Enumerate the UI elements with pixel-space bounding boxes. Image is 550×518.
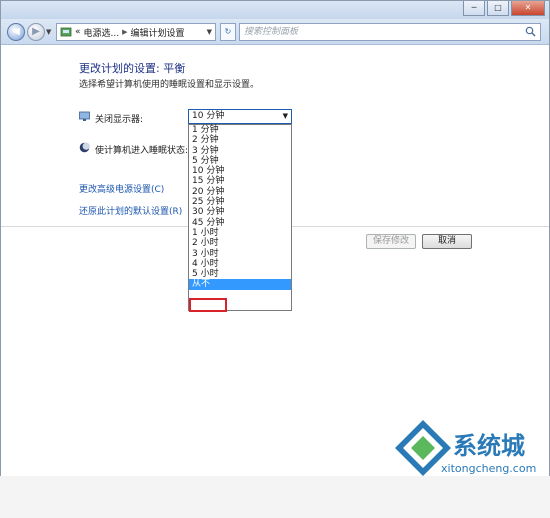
refresh-button[interactable]: ↻	[220, 23, 236, 41]
dropdown-option[interactable]: 10 分钟	[189, 166, 291, 176]
restore-defaults-link[interactable]: 还原此计划的默认设置(R)	[79, 204, 182, 217]
dropdown-option[interactable]: 25 分钟	[189, 197, 291, 207]
dropdown-option[interactable]: 1 分钟	[189, 125, 291, 135]
watermark-brand: 系统城	[453, 432, 525, 460]
control-panel-icon	[60, 27, 72, 37]
cancel-button[interactable]: 取消	[422, 234, 472, 249]
dropdown-option[interactable]: 3 小时	[189, 249, 291, 259]
control-panel-window: ─ □ ✕ ◀ ▶ ▼ « 电源选... ▶ 编辑计划设置 ▼ ↻ 搜索控制面板	[0, 0, 550, 476]
search-icon[interactable]	[525, 26, 536, 37]
display-timeout-select[interactable]: 10 分钟 ▼	[188, 109, 292, 124]
breadcrumb-power-options[interactable]: 电源选...	[84, 26, 120, 39]
dropdown-option[interactable]: 20 分钟	[189, 187, 291, 197]
display-timeout-value: 10 分钟	[192, 111, 225, 121]
title-bar: ─ □ ✕	[1, 1, 549, 19]
maximize-button[interactable]: □	[487, 1, 509, 16]
dropdown-option[interactable]: 5 分钟	[189, 156, 291, 166]
dropdown-option[interactable]: 1 小时	[189, 228, 291, 238]
close-button[interactable]: ✕	[511, 1, 545, 16]
dropdown-option[interactable]: 2 小时	[189, 238, 291, 248]
breadcrumb-prefix: «	[75, 27, 81, 37]
turn-off-display-label: 关闭显示器:	[95, 115, 144, 125]
sleep-moon-icon	[79, 142, 90, 153]
dropdown-option[interactable]: 4 小时	[189, 259, 291, 269]
dropdown-option[interactable]: 15 分钟	[189, 176, 291, 186]
monitor-icon	[79, 111, 90, 121]
watermark-url: xitongcheng.com	[441, 462, 537, 475]
dropdown-option[interactable]: 30 分钟	[189, 207, 291, 217]
watermark: 系统城 xitongcheng.com	[393, 418, 543, 518]
address-dropdown-icon[interactable]: ▼	[207, 28, 212, 36]
page-title: 更改计划的设置: 平衡	[79, 62, 186, 75]
window-controls: ─ □ ✕	[463, 1, 545, 16]
dropdown-option[interactable]: 5 小时	[189, 269, 291, 279]
recent-pages-dropdown-icon[interactable]: ▼	[46, 28, 51, 36]
breadcrumb-separator-icon[interactable]: ▶	[122, 28, 127, 36]
display-timeout-dropdown[interactable]: 1 分钟 2 分钟 3 分钟 5 分钟 10 分钟 15 分钟 20 分钟 25 分钟 30 分…	[188, 124, 292, 311]
advanced-power-settings-link[interactable]: 更改高级电源设置(C)	[79, 182, 164, 195]
minimize-button[interactable]: ─	[463, 1, 485, 16]
address-bar[interactable]: « 电源选... ▶ 编辑计划设置 ▼	[56, 23, 216, 41]
back-button[interactable]: ◀	[7, 23, 25, 41]
dropdown-option[interactable]: 3 分钟	[189, 146, 291, 156]
save-changes-button[interactable]: 保存修改	[366, 234, 416, 249]
dropdown-option[interactable]: 45 分钟	[189, 218, 291, 228]
sleep-label: 使计算机进入睡眠状态:	[95, 146, 189, 156]
page-subtitle: 选择希望计算机使用的睡眠设置和显示设置。	[79, 80, 260, 90]
search-placeholder: 搜索控制面板	[244, 27, 299, 37]
main-content: 更改计划的设置: 平衡 选择希望计算机使用的睡眠设置和显示设置。 关闭显示器: …	[1, 46, 549, 476]
annotation-highlight-box	[189, 298, 227, 312]
select-arrow-icon: ▼	[282, 112, 288, 120]
dropdown-option[interactable]: 从不	[189, 279, 291, 290]
search-input[interactable]: 搜索控制面板	[239, 23, 541, 41]
breadcrumb-edit-plan[interactable]: 编辑计划设置	[131, 26, 185, 39]
navigation-bar: ◀ ▶ ▼ « 电源选... ▶ 编辑计划设置 ▼ ↻ 搜索控制面板	[1, 19, 549, 45]
forward-button[interactable]: ▶	[27, 23, 45, 41]
dropdown-option[interactable]: 2 分钟	[189, 135, 291, 145]
